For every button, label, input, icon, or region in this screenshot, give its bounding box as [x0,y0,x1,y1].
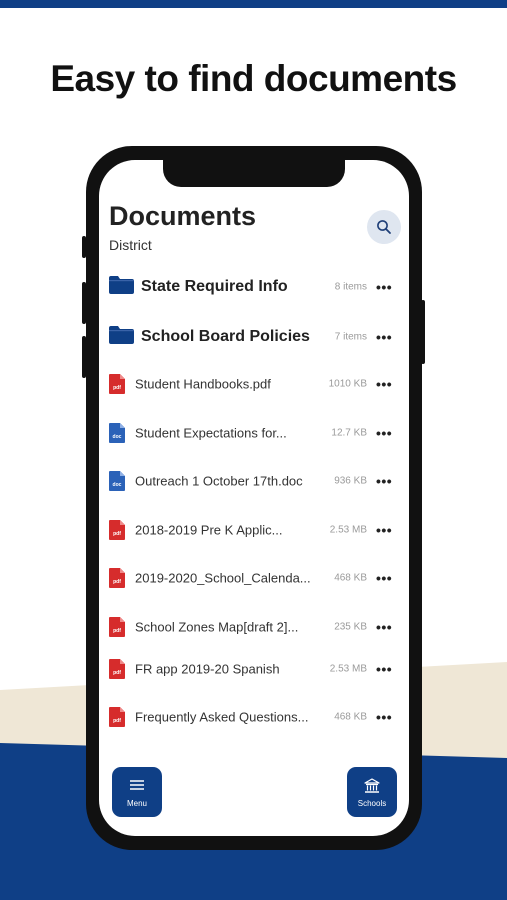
folder-icon [109,276,134,294]
phone-power-button [421,300,425,364]
more-options-button[interactable]: ••• [376,709,392,725]
file-name: 2019-2020_School_Calenda... [135,570,311,586]
pdf-file-icon: pdf [109,520,125,540]
file-row[interactable]: pdf Student Handbooks.pdf 1010 KB ••• [99,364,409,404]
file-size: 235 KB [334,621,367,633]
file-size: 12.7 KB [331,427,367,439]
file-name: Frequently Asked Questions... [135,709,309,725]
file-row[interactable]: pdf 2019-2020_School_Calenda... 468 KB •… [99,558,409,598]
search-icon [377,220,391,234]
file-row[interactable]: pdf 2018-2019 Pre K Applic... 2.53 MB ••… [99,510,409,550]
headline: Easy to find documents [50,58,457,99]
more-options-button[interactable]: ••• [376,376,392,392]
phone-screen: Documents District State Required Info 8… [99,160,409,836]
menu-button[interactable]: Menu [112,767,162,817]
file-type-label: doc [112,434,122,440]
file-name: 2018-2019 Pre K Applic... [135,522,283,538]
folder-item-count: 7 items [334,331,367,343]
menu-label: Menu [126,799,147,808]
school-building-icon [364,778,380,793]
file-size: 2.53 MB [329,524,367,536]
more-options-button[interactable]: ••• [376,279,392,295]
file-size: 1010 KB [328,378,367,390]
folder-icon [109,326,134,344]
folder-name: State Required Info [141,278,288,295]
page-subtitle: District [109,237,152,253]
doc-file-icon: doc [109,471,125,491]
more-options-button[interactable]: ••• [376,473,392,489]
file-name: Outreach 1 October 17th.doc [135,473,303,489]
file-row[interactable]: pdf Frequently Asked Questions... 468 KB… [99,697,409,737]
file-size: 2.53 MB [329,663,367,675]
pdf-file-icon: pdf [109,707,125,727]
file-type-label: pdf [113,385,121,391]
file-name: School Zones Map[draft 2]... [135,619,299,635]
doc-file-icon: doc [109,423,125,443]
more-options-button[interactable]: ••• [376,522,392,538]
file-type-label: pdf [113,628,121,634]
file-size: 468 KB [334,711,367,723]
phone-notch [163,160,345,187]
menu-icon [130,780,144,790]
more-options-button[interactable]: ••• [376,661,392,677]
file-row[interactable]: pdf School Zones Map[draft 2]... 235 KB … [99,607,409,647]
pdf-file-icon: pdf [109,568,125,588]
folder-row[interactable]: State Required Info 8 items ••• [99,267,409,307]
more-options-button[interactable]: ••• [376,425,392,441]
pdf-file-icon: pdf [109,617,125,637]
folder-item-count: 8 items [334,281,367,293]
more-options-button[interactable]: ••• [376,619,392,635]
schools-button[interactable]: Schools [347,767,397,817]
file-row[interactable]: doc Outreach 1 October 17th.doc 936 KB •… [99,461,409,501]
file-name: Student Expectations for... [135,425,287,441]
file-row[interactable]: pdf FR app 2019-20 Spanish 2.53 MB ••• [99,649,409,689]
pdf-file-icon: pdf [109,374,125,394]
more-options-button[interactable]: ••• [376,570,392,586]
pdf-file-icon: pdf [109,659,125,679]
folder-name: School Board Policies [141,328,310,345]
phone-volume-up [82,282,86,324]
folder-row[interactable]: School Board Policies 7 items ••• [99,317,409,357]
search-button[interactable] [367,210,401,244]
schools-label: Schools [357,799,387,808]
phone-side-button [82,236,86,258]
file-name: Student Handbooks.pdf [135,376,271,392]
page-title: Documents [109,201,257,231]
file-type-label: pdf [113,531,121,537]
more-options-button[interactable]: ••• [376,329,392,345]
file-type-label: pdf [113,579,121,585]
file-size: 468 KB [334,572,367,584]
file-name: FR app 2019-20 Spanish [135,661,280,677]
file-row[interactable]: doc Student Expectations for... 12.7 KB … [99,413,409,453]
file-type-label: pdf [113,718,121,724]
file-size: 936 KB [334,475,367,487]
file-type-label: doc [112,482,122,488]
phone-volume-down [82,336,86,378]
file-type-label: pdf [113,670,121,676]
